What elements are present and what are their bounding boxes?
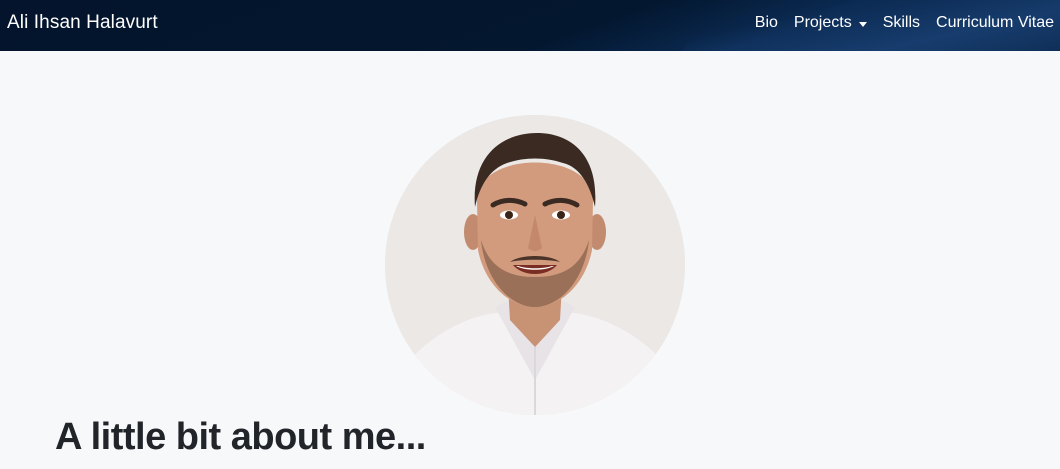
nav-link-projects-label: Projects bbox=[793, 14, 852, 31]
brand-link[interactable]: Ali Ihsan Halavurt bbox=[7, 12, 158, 34]
portrait-photo bbox=[385, 115, 685, 415]
navbar: Ali Ihsan Halavurt Bio Projects Skills C… bbox=[0, 0, 1060, 51]
nav-link-skills-label: Skills bbox=[882, 14, 921, 31]
about-heading: A little bit about me... bbox=[55, 416, 426, 458]
nav-link-cv-label: Curriculum Vitae bbox=[936, 14, 1054, 31]
nav-link-projects[interactable]: Projects bbox=[794, 14, 867, 32]
nav-link-bio-label: Bio bbox=[754, 14, 778, 31]
nav-links: Bio Projects Skills Curriculum Vitae bbox=[755, 14, 1054, 32]
caret-down-icon bbox=[858, 21, 867, 27]
nav-link-cv[interactable]: Curriculum Vitae bbox=[936, 14, 1054, 32]
nav-link-bio[interactable]: Bio bbox=[755, 14, 778, 32]
avatar bbox=[385, 115, 685, 415]
nav-link-skills[interactable]: Skills bbox=[883, 14, 920, 32]
